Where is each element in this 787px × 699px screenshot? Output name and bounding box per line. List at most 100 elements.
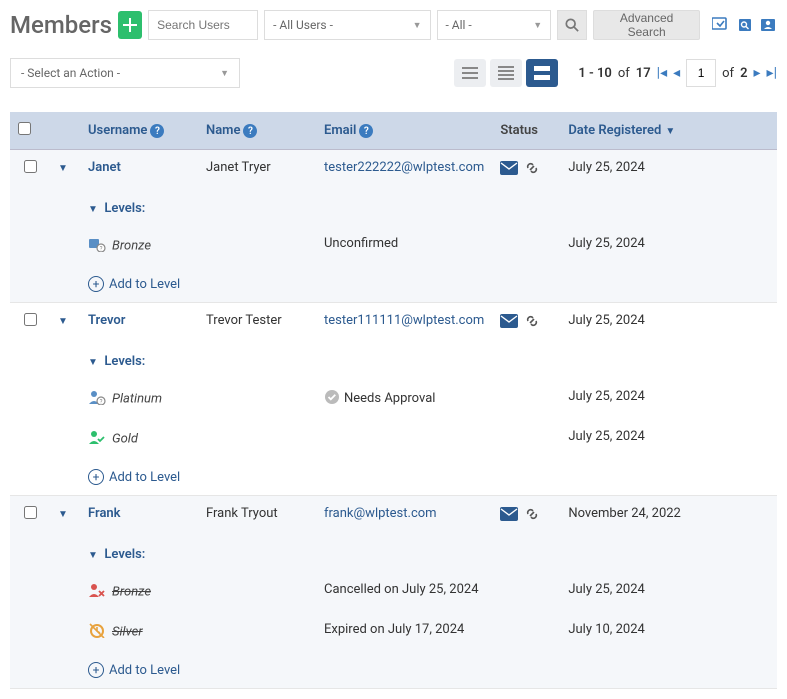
search-button[interactable] bbox=[557, 10, 587, 40]
column-name[interactable]: Name? bbox=[198, 112, 316, 150]
search-tool-icon[interactable] bbox=[736, 15, 753, 35]
column-expand bbox=[50, 112, 80, 150]
paginator: 1 - 10 of 17 |◂ ◂ of 2 ▸ ▸| bbox=[578, 59, 777, 87]
email-link[interactable]: frank@wlptest.com bbox=[324, 506, 437, 521]
plus-circle-icon: + bbox=[88, 276, 104, 292]
levels-toggle[interactable]: ▼ bbox=[88, 550, 98, 561]
action-toolbar: - Select an Action - ▼ 1 - 10 of 17 |◂ ◂… bbox=[10, 58, 777, 88]
filter-all-dropdown[interactable]: - All - ▼ bbox=[437, 10, 552, 40]
level-icon bbox=[88, 582, 106, 602]
view-list-button[interactable] bbox=[454, 59, 486, 87]
levels-toggle[interactable]: ▼ bbox=[88, 357, 98, 368]
mail-icon[interactable] bbox=[500, 314, 518, 328]
level-name: Bronze bbox=[112, 238, 151, 253]
user-tool-icon[interactable] bbox=[760, 15, 777, 35]
member-row: ▼ Frank Frank Tryout frank@wlptest.com N… bbox=[10, 496, 777, 534]
link-icon[interactable] bbox=[524, 160, 540, 176]
add-level-label: Add to Level bbox=[109, 663, 180, 678]
page-prev-button[interactable]: ◂ bbox=[673, 65, 680, 81]
username-link[interactable]: Trevor bbox=[88, 313, 125, 328]
link-icon[interactable] bbox=[524, 313, 540, 329]
caret-down-icon: ▼ bbox=[413, 20, 422, 31]
mail-icon[interactable] bbox=[500, 161, 518, 175]
help-icon[interactable]: ? bbox=[359, 124, 373, 138]
link-icon[interactable] bbox=[524, 506, 540, 522]
email-link[interactable]: tester111111@wlptest.com bbox=[324, 313, 484, 328]
filter-all-label: - All - bbox=[446, 18, 472, 32]
advanced-search-button[interactable]: Advanced Search bbox=[593, 10, 701, 40]
filter-users-dropdown[interactable]: - All Users - ▼ bbox=[264, 10, 430, 40]
help-icon[interactable]: ? bbox=[150, 124, 164, 138]
column-date[interactable]: Date Registered▼ bbox=[560, 112, 777, 150]
page-next-button[interactable]: ▸ bbox=[754, 65, 761, 81]
filter-users-label: - All Users - bbox=[273, 18, 333, 32]
member-name: Frank Tryout bbox=[198, 496, 316, 534]
view-compact-button[interactable] bbox=[490, 59, 522, 87]
row-checkbox[interactable] bbox=[24, 506, 37, 519]
levels-label: Levels: bbox=[104, 547, 145, 562]
select-all-checkbox[interactable] bbox=[18, 122, 31, 135]
of-label: of bbox=[618, 66, 630, 81]
add-member-button[interactable] bbox=[118, 11, 142, 39]
add-level-row: +Add to Level bbox=[10, 459, 777, 496]
member-name: Janet Tryer bbox=[198, 150, 316, 188]
bulk-action-label: - Select an Action - bbox=[21, 66, 120, 80]
level-date: July 25, 2024 bbox=[560, 419, 777, 459]
add-to-level-button[interactable]: +Add to Level bbox=[88, 469, 769, 485]
add-to-level-button[interactable]: +Add to Level bbox=[88, 276, 769, 292]
email-link[interactable]: tester222222@wlptest.com bbox=[324, 160, 484, 175]
member-date: November 24, 2022 bbox=[560, 496, 777, 534]
level-name: Silver bbox=[112, 624, 143, 639]
level-row: ?Platinum Needs Approval July 25, 2024 bbox=[10, 379, 777, 419]
plus-circle-icon: + bbox=[88, 662, 104, 678]
sort-desc-icon: ▼ bbox=[665, 126, 675, 137]
level-status: Needs Approval bbox=[316, 379, 492, 419]
page-title: Members bbox=[10, 11, 112, 39]
header-toolbar: Members - All Users - ▼ - All - ▼ Advanc… bbox=[10, 10, 777, 40]
help-icon[interactable]: ? bbox=[243, 124, 257, 138]
level-name: Platinum bbox=[112, 391, 162, 406]
search-icon bbox=[565, 18, 579, 32]
level-row: Gold July 25, 2024 bbox=[10, 419, 777, 459]
page-number-input[interactable] bbox=[686, 59, 716, 87]
svg-text:?: ? bbox=[100, 399, 103, 406]
export-icon[interactable] bbox=[712, 15, 730, 35]
svg-text:?: ? bbox=[100, 246, 103, 253]
level-date: July 25, 2024 bbox=[560, 226, 777, 266]
expand-toggle[interactable]: ▼ bbox=[58, 163, 68, 174]
bulk-action-dropdown[interactable]: - Select an Action - ▼ bbox=[10, 58, 240, 88]
levels-label: Levels: bbox=[104, 201, 145, 216]
expand-toggle[interactable]: ▼ bbox=[58, 509, 68, 520]
member-row: ▼ Janet Janet Tryer tester222222@wlptest… bbox=[10, 150, 777, 188]
search-input[interactable] bbox=[148, 10, 258, 40]
level-icon bbox=[88, 622, 106, 642]
add-level-row: +Add to Level bbox=[10, 266, 777, 303]
username-link[interactable]: Janet bbox=[88, 160, 121, 175]
member-row: ▼ Trevor Trevor Tester tester111111@wlpt… bbox=[10, 303, 777, 341]
username-link[interactable]: Frank bbox=[88, 506, 121, 521]
page-first-button[interactable]: |◂ bbox=[657, 65, 667, 81]
level-date: July 25, 2024 bbox=[560, 572, 777, 612]
list-icon bbox=[462, 67, 478, 79]
level-name: Bronze bbox=[112, 584, 151, 599]
column-status[interactable]: Status bbox=[492, 112, 560, 150]
expand-toggle[interactable]: ▼ bbox=[58, 316, 68, 327]
page-last-button[interactable]: ▸| bbox=[767, 65, 777, 81]
add-to-level-button[interactable]: + Add to Level bbox=[88, 662, 769, 678]
level-icon bbox=[88, 429, 106, 449]
levels-toggle[interactable]: ▼ bbox=[88, 204, 98, 215]
add-level-row: + Add to Level bbox=[10, 652, 777, 689]
mail-icon[interactable] bbox=[500, 507, 518, 521]
column-username[interactable]: Username? bbox=[80, 112, 198, 150]
caret-down-icon: ▼ bbox=[533, 20, 542, 31]
view-detail-button[interactable] bbox=[526, 59, 558, 87]
column-email[interactable]: Email? bbox=[316, 112, 492, 150]
level-row: Bronze Cancelled on July 25, 2024 July 2… bbox=[10, 572, 777, 612]
plus-circle-icon: + bbox=[88, 469, 104, 485]
row-checkbox[interactable] bbox=[24, 160, 37, 173]
member-date: July 25, 2024 bbox=[560, 303, 777, 341]
of-pages-label: of bbox=[722, 66, 734, 81]
row-checkbox[interactable] bbox=[24, 313, 37, 326]
level-row: ?Bronze Unconfirmed July 25, 2024 bbox=[10, 226, 777, 266]
levels-label: Levels: bbox=[104, 354, 145, 369]
